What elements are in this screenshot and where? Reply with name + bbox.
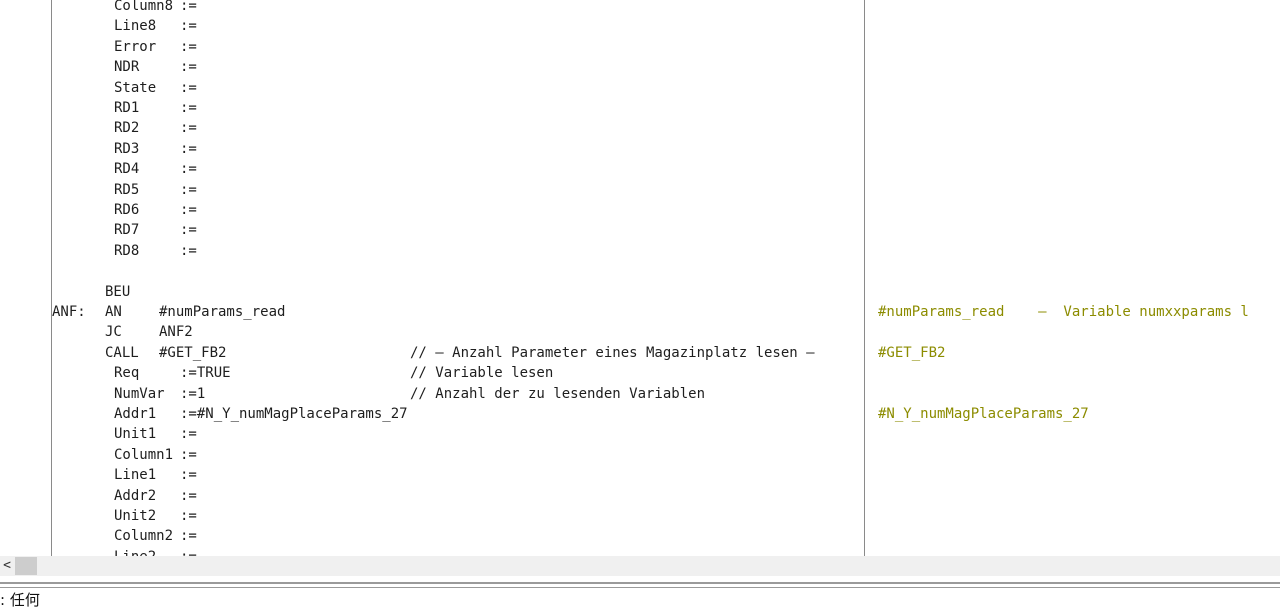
parameter-value: := [180,242,197,259]
operand: #GET_FB2 [159,344,227,361]
operand: #numParams_read [159,304,286,320]
instruction: CALL [105,344,139,361]
parameter-name: NumVar [114,385,165,402]
parameter-value: := [180,426,197,443]
code-line[interactable]: JC ANF2 [0,322,1280,342]
scrollbar-thumb[interactable] [15,557,37,575]
parameter-name: Column2 [114,528,174,545]
parameter-value: := [180,181,197,198]
code-line[interactable]: Column8 := [0,0,1280,16]
status-text: : 任何 [0,591,40,609]
parameter-name: Line2 [114,547,156,556]
parameter-value: :=#N_Y_numMagPlaceParams_27 [180,406,408,422]
parameter-name: Column1 [114,446,174,463]
parameter-value: := [180,18,197,35]
code-line[interactable]: RD6 := [0,200,1280,220]
parameter-value: := [180,222,197,239]
code-line[interactable]: RD5 := [0,180,1280,200]
code-line[interactable]: Addr1 :=#N_Y_numMagPlaceParams_27 #N_Y_num… [0,404,1280,424]
jump-label: ANF: [52,304,86,320]
operand: ANF2 [159,324,193,341]
parameter-value: := [180,528,197,545]
code-comment: // — Anzahl Parameter eines Magazinplatz… [410,344,815,361]
code-line[interactable]: BEU [0,282,1280,302]
parameter-name: Column8 [114,0,174,14]
code-line[interactable]: Req :=TRUE // Variable lesen [0,363,1280,383]
parameter-value: := [180,0,197,14]
parameter-name: Req [114,365,140,382]
symbol-comment: #GET_FB2 [878,344,946,361]
code-line[interactable] [0,261,1280,281]
parameter-value: := [180,140,197,157]
symbol-comment: #N_Y_numMagPlaceParams_27 [878,406,1089,422]
parameter-name: RD8 [114,242,140,259]
parameter-name: Addr2 [114,487,157,504]
code-line[interactable]: Unit1 := [0,424,1280,444]
code-line[interactable]: RD3 := [0,139,1280,159]
parameter-name: RD5 [114,181,140,198]
code-line[interactable]: Column2 := [0,526,1280,546]
parameter-name: Line8 [114,18,157,35]
parameter-value: := [180,467,197,484]
parameter-name: RD3 [114,140,140,157]
parameter-name: Addr1 [114,406,157,422]
parameter-name: State [114,79,157,96]
instruction: AN [105,304,122,320]
parameter-value: := [180,38,197,55]
code-line[interactable]: RD1 := [0,98,1280,118]
parameter-value: :=TRUE [180,365,231,382]
parameter-value: := [180,79,197,96]
code-line[interactable]: ANF: AN #numParams_read #numParams_read — V… [0,302,1280,322]
parameter-name: Error [114,38,157,55]
parameter-name: NDR [114,59,140,76]
parameter-name: RD4 [114,161,140,178]
parameter-value: := [180,547,197,556]
code-line[interactable]: Line8 := [0,16,1280,36]
parameter-name: Unit1 [114,426,157,443]
parameter-name: Unit2 [114,508,157,524]
parameter-value: := [180,202,197,218]
symbol-comment: #numParams_read — Variable numxxparams l [878,304,1249,320]
code-line[interactable]: NDR := [0,57,1280,77]
parameter-value: := [180,508,197,524]
code-editor[interactable]: Column8 := Line8 := Error := NDR := State := RD1 :=… [0,0,1280,556]
parameter-value: :=1 [180,385,206,402]
code-line[interactable]: Unit2 := [0,506,1280,526]
panel-separator [0,582,1280,588]
parameter-name: RD6 [114,202,140,218]
code-line[interactable]: RD4 := [0,159,1280,179]
code-line[interactable]: RD2 := [0,118,1280,138]
code-line[interactable]: Line1 := [0,465,1280,485]
parameter-value: := [180,59,197,76]
code-line[interactable]: Line2 := [0,547,1280,556]
instruction: JC [105,324,122,341]
code-line[interactable]: Error := [0,37,1280,57]
parameter-name: Line1 [114,467,157,484]
horizontal-scrollbar[interactable]: < [0,556,1280,576]
code-line[interactable]: RD8 := [0,241,1280,261]
parameter-value: := [180,120,197,137]
parameter-name: RD2 [114,120,140,137]
code-line[interactable]: RD7 := [0,220,1280,240]
code-comment: // Anzahl der zu lesenden Variablen [410,385,706,402]
parameter-value: := [180,100,197,116]
code-line[interactable]: Addr2 := [0,486,1280,506]
parameter-value: := [180,161,197,178]
code-line[interactable]: Column1 := [0,445,1280,465]
scroll-left-arrow-icon[interactable]: < [0,556,14,576]
parameter-name: RD1 [114,100,140,116]
code-line[interactable]: NumVar :=1 // Anzahl der zu lesenden Varia… [0,384,1280,404]
code-line[interactable]: CALL #GET_FB2 // — Anzahl Parameter eines … [0,343,1280,363]
parameter-value: := [180,487,197,504]
parameter-name: RD7 [114,222,140,239]
parameter-value: := [180,446,197,463]
code-line[interactable]: State := [0,78,1280,98]
instruction: BEU [105,283,131,300]
code-comment: // Variable lesen [410,365,554,382]
